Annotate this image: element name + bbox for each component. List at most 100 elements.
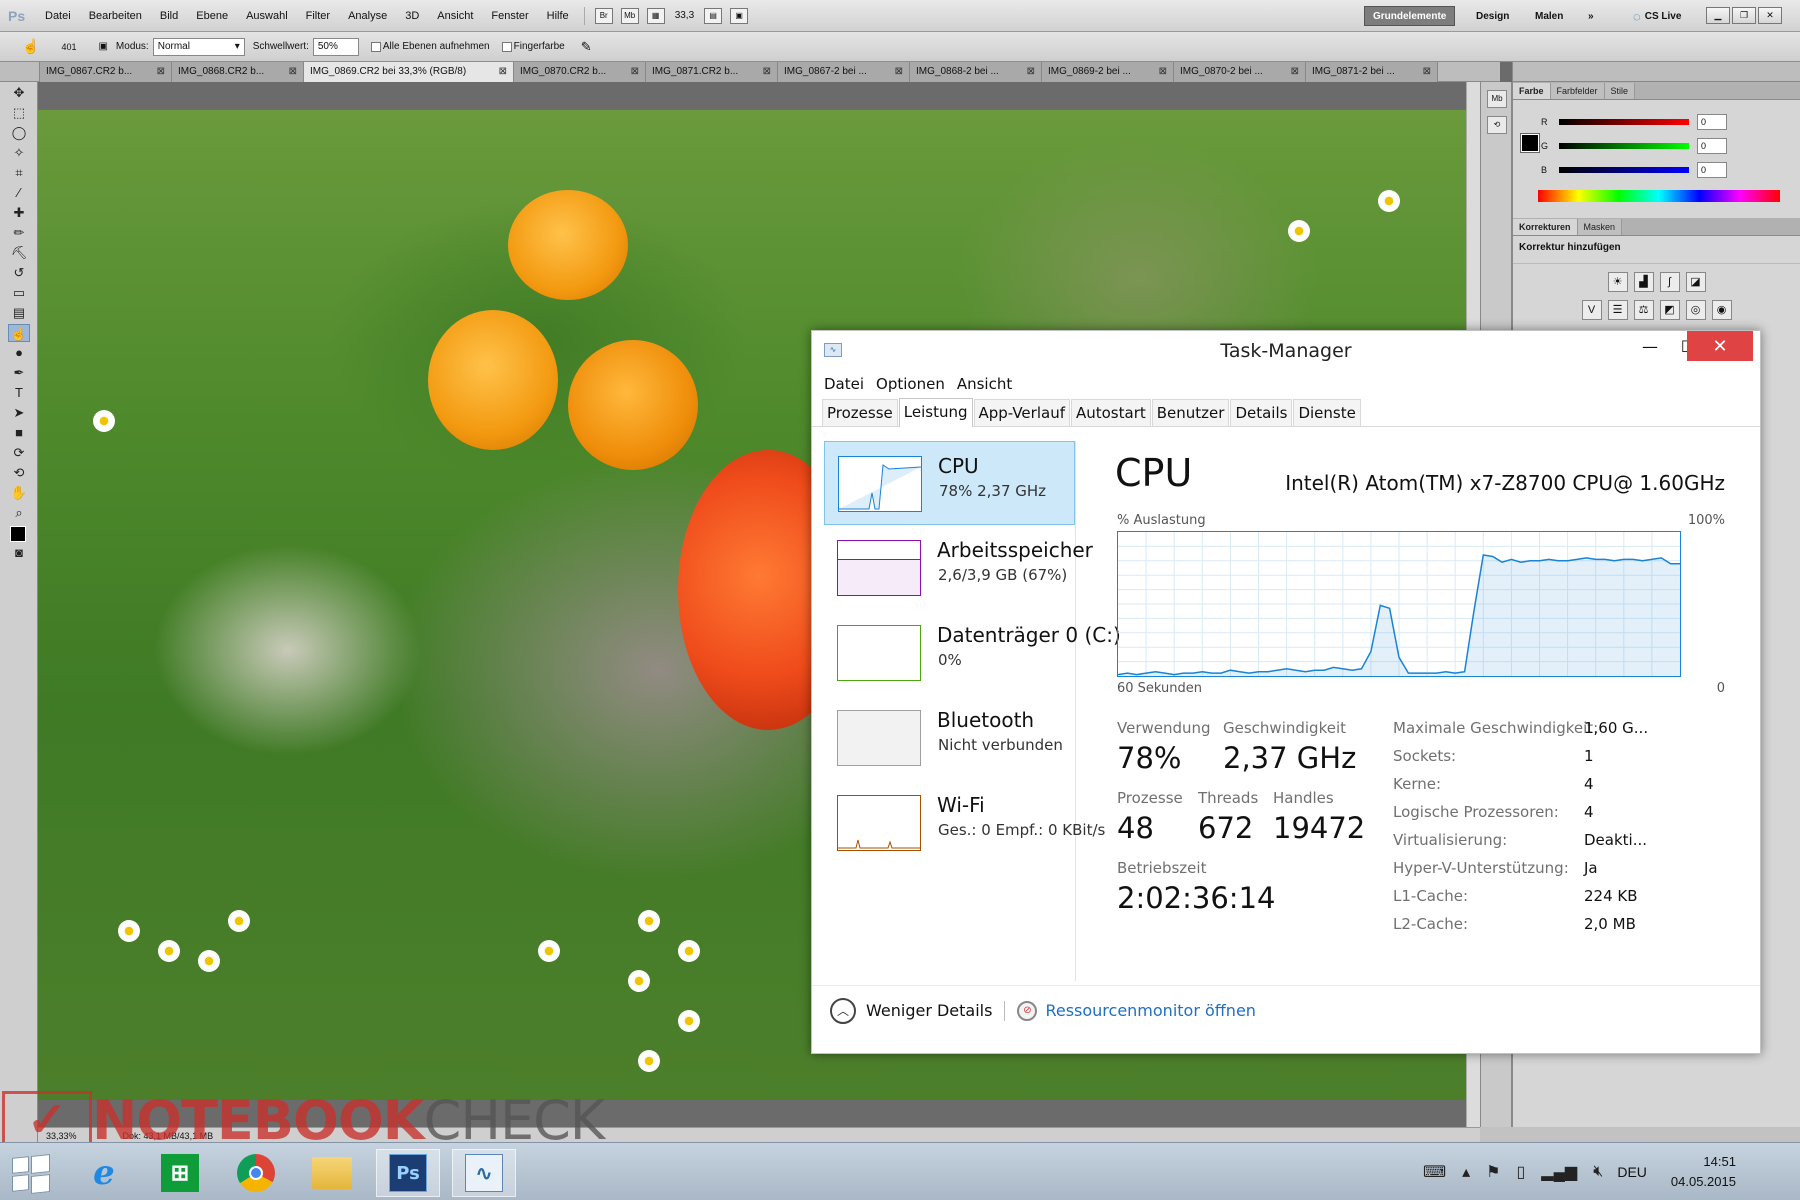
color-balance-icon[interactable]: ⚖ [1633,300,1654,320]
chevron-up-icon[interactable]: ︿ [830,997,856,1024]
tm-close-button[interactable]: ✕ [1687,331,1753,361]
brightness-icon[interactable]: ☀ [1607,272,1628,292]
tab-prozesse[interactable]: Prozesse [822,399,898,426]
menu-ebene[interactable]: Ebene [187,10,237,22]
path-select-tool-icon[interactable]: ➤ [8,404,30,422]
slider-b[interactable] [1559,167,1689,173]
hue-saturation-icon[interactable]: ☰ [1607,300,1628,320]
cs-live-button[interactable]: ◌ CS Live [1625,6,1689,26]
tm-menu-ansicht[interactable]: Ansicht [957,375,1012,393]
curves-icon[interactable]: ∫ [1659,272,1680,292]
close-icon[interactable]: ⊠ [631,66,639,78]
keyboard-icon[interactable]: ⌨ [1423,1162,1446,1182]
ps-close-button[interactable]: ✕ [1758,7,1782,24]
menu-bearbeiten[interactable]: Bearbeiten [80,10,151,22]
schwellwert-input[interactable]: 50% [312,37,359,56]
zoom-level[interactable]: 33,3 [675,10,694,21]
channel-mixer-icon[interactable]: ◉ [1711,300,1732,320]
tab-stile[interactable]: Stile [1604,83,1636,99]
minibridge-button[interactable]: Mb [620,7,639,24]
screen-mode-button[interactable]: ▣ [730,7,749,24]
arrange-documents-button[interactable]: ▤ [704,7,723,24]
taskbar-task-manager[interactable]: ∿ [452,1149,516,1197]
tm-menu-optionen[interactable]: Optionen [876,375,945,393]
quick-select-tool-icon[interactable]: ✧ [8,144,30,162]
menu-auswahl[interactable]: Auswahl [237,10,297,22]
history-panel-icon[interactable]: ⟲ [1487,116,1507,134]
tab-farbe[interactable]: Farbe [1513,83,1551,99]
value-r[interactable]: 0 [1697,114,1727,130]
tm-menu-datei[interactable]: Datei [824,375,864,393]
eyedropper-tool-icon[interactable]: ⁄ [8,184,30,202]
tab-dienste[interactable]: Dienste [1293,399,1361,426]
doc-tab[interactable]: IMG_0867-2 bei ... ⊠ [778,62,910,82]
quick-mask-icon[interactable]: ◙ [8,544,30,562]
fingerfarbe-checkbox[interactable] [501,41,512,52]
brush-size[interactable]: 401 [61,42,76,52]
menu-fenster[interactable]: Fenster [482,10,537,22]
resource-item-wifi[interactable]: Wi-Fi Ges.: 0 Empf.: 0 KBit/s [824,781,1105,865]
doc-tab[interactable]: IMG_0867.CR2 b... ⊠ [40,62,172,82]
doc-tab[interactable]: IMG_0868.CR2 b... ⊠ [172,62,304,82]
flag-icon[interactable]: ⚑ [1486,1162,1500,1182]
doc-tab[interactable]: IMG_0870.CR2 b... ⊠ [514,62,646,82]
ressourcenmonitor-link[interactable]: Ressourcenmonitor öffnen [1045,1001,1255,1020]
panel-collapse-bar[interactable] [1513,62,1800,82]
minibridge-panel-icon[interactable]: Mb [1487,90,1507,108]
healing-tool-icon[interactable]: ✚ [8,204,30,222]
tab-details[interactable]: Details [1230,399,1293,426]
battery-icon[interactable]: ▯ [1516,1162,1525,1182]
tab-leistung[interactable]: Leistung [898,398,973,427]
exposure-icon[interactable]: ◪ [1685,272,1706,292]
doc-tab[interactable]: IMG_0868-2 bei ... ⊠ [910,62,1042,82]
start-button[interactable] [10,1153,52,1195]
photo-filter-icon[interactable]: ◎ [1685,300,1706,320]
value-b[interactable]: 0 [1697,162,1727,178]
tab-masken[interactable]: Masken [1577,219,1623,235]
menu-bild[interactable]: Bild [151,10,187,22]
menu-hilfe[interactable]: Hilfe [538,10,578,22]
tab-autostart[interactable]: Autostart [1070,399,1151,426]
workspace-design[interactable]: Design [1468,6,1517,26]
black-white-icon[interactable]: ◩ [1659,300,1680,320]
clock[interactable]: 14:51 04.05.2015 [1671,1152,1736,1192]
tm-minimize-button[interactable]: — [1630,331,1670,361]
alle-ebenen-checkbox[interactable] [370,41,381,52]
brush-panel-icon[interactable]: ▣ [98,41,107,52]
modus-select[interactable]: Normal ▾ [152,37,245,56]
slider-g[interactable] [1559,143,1689,149]
levels-icon[interactable]: ▟ [1633,272,1654,292]
lasso-tool-icon[interactable]: ◯ [8,124,30,142]
workspace-malen[interactable]: Malen [1527,6,1571,26]
tab-app-verlauf[interactable]: App-Verlauf [973,399,1070,426]
tab-benutzer[interactable]: Benutzer [1151,399,1230,426]
doc-tab[interactable]: IMG_0869-2 bei ... ⊠ [1042,62,1174,82]
doc-tab[interactable]: IMG_0870-2 bei ... ⊠ [1174,62,1306,82]
taskbar-internet-explorer[interactable]: e [72,1149,136,1197]
doc-tab-active[interactable]: IMG_0869.CR2 bei 33,3% (RGB/8) ⊠ [304,62,514,82]
menu-ansicht[interactable]: Ansicht [428,10,482,22]
resource-item-cpu[interactable]: CPU 78% 2,37 GHz [824,441,1075,525]
resource-item-memory[interactable]: Arbeitsspeicher 2,6/3,9 GB (67%) [824,526,1093,610]
close-icon[interactable]: ⊠ [1423,66,1431,78]
resource-item-bluetooth[interactable]: Bluetooth Nicht verbunden [824,696,1075,780]
3d-orbit-tool-icon[interactable]: ⟲ [8,464,30,482]
taskbar-photoshop[interactable]: Ps [376,1149,440,1197]
tab-korrekturen[interactable]: Korrekturen [1513,219,1578,235]
value-g[interactable]: 0 [1697,138,1727,154]
move-tool-icon[interactable]: ✥ [8,84,30,102]
tab-farbfelder[interactable]: Farbfelder [1550,83,1605,99]
taskbar-chrome[interactable] [224,1149,288,1197]
close-icon[interactable]: ⊠ [1291,66,1299,78]
menu-analyse[interactable]: Analyse [339,10,396,22]
color-spectrum[interactable] [1538,190,1780,202]
stamp-tool-icon[interactable]: ⛏ [8,244,30,262]
brush-tool-icon[interactable]: ✏ [8,224,30,242]
ps-restore-button[interactable]: ❐ [1732,7,1756,24]
smudge-tool-icon[interactable]: ☝ [8,324,30,342]
volume-muted-icon[interactable]: 🔇︎ [1593,1163,1603,1181]
marquee-tool-icon[interactable]: ⬚ [8,104,30,122]
foreground-color-swatch[interactable] [10,526,26,542]
dodge-tool-icon[interactable]: ● [8,344,30,362]
menu-filter[interactable]: Filter [297,10,339,22]
